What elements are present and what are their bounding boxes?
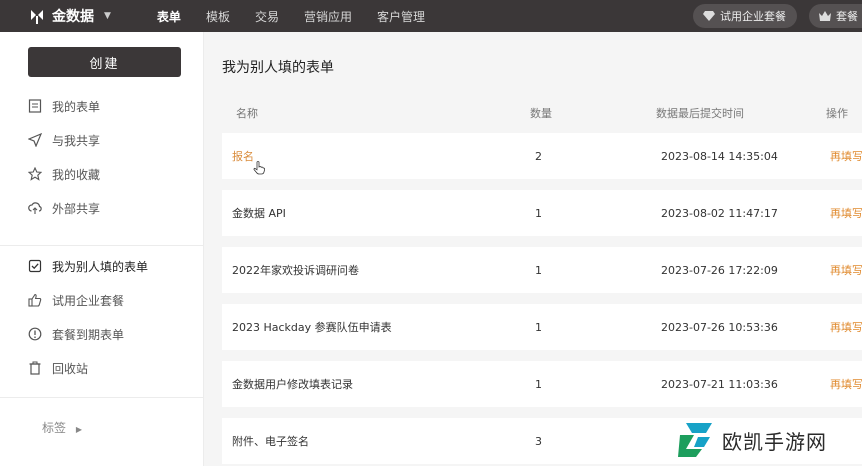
nav-item-transactions[interactable]: 交易: [255, 8, 279, 25]
sidebar-item-favorites[interactable]: 我的收藏: [28, 164, 100, 184]
form-name-link[interactable]: 2023 Hackday 参赛队伍申请表: [232, 304, 392, 350]
sidebar-item-filled-for-others[interactable]: 我为别人填的表单: [28, 256, 148, 276]
last-submit-time: 2023-07-21 11:03:36: [661, 377, 778, 391]
app-name: 金数据: [52, 9, 94, 25]
form-name-link[interactable]: 金数据用户修改填表记录: [232, 361, 353, 407]
alert-icon: [28, 327, 42, 341]
crown-icon: [819, 11, 831, 21]
last-submit-time: 2023-08-14 14:35:04: [661, 149, 778, 163]
sidebar-divider: [0, 397, 204, 398]
sidebar: 创建 我的表单 与我共享 我的收藏 外部共享 我为别人填的表单 试用企业套餐 套…: [0, 32, 204, 466]
sidebar-item-label: 我的表单: [52, 99, 101, 114]
sidebar-item-shared-with-me[interactable]: 与我共享: [28, 130, 100, 150]
hand-cursor-icon: [253, 161, 265, 175]
sidebar-item-label: 我为别人填的表单: [52, 259, 149, 274]
refill-link[interactable]: 再填写: [830, 304, 862, 350]
watermark: 欧凯手游网: [676, 421, 827, 459]
top-navigation-bar: 金数据 ▼ 表单 模板 交易 营销应用 客户管理 试用企业套餐 套餐: [0, 0, 862, 32]
page-title: 我为别人填的表单: [222, 60, 334, 76]
column-header-name: 名称: [236, 107, 258, 120]
nav-item-customers[interactable]: 客户管理: [377, 8, 425, 25]
caret-right-icon: ▶: [75, 425, 82, 434]
sidebar-item-trial-enterprise[interactable]: 试用企业套餐: [28, 290, 124, 310]
table-row[interactable]: 2023 Hackday 参赛队伍申请表 1 2023-07-26 10:53:…: [222, 304, 862, 350]
submission-count: 3: [535, 434, 542, 448]
logo-icon: [31, 10, 43, 24]
submission-count: 2: [535, 149, 542, 163]
star-icon: [28, 167, 42, 181]
submission-count: 1: [535, 377, 542, 391]
sidebar-item-label: 与我共享: [52, 133, 101, 148]
sidebar-item-trash[interactable]: 回收站: [28, 358, 88, 378]
send-icon: [28, 133, 42, 147]
last-submit-time: 2023-08-02 11:47:17: [661, 206, 778, 220]
plan-button[interactable]: 套餐: [809, 4, 862, 28]
trash-icon: [29, 361, 41, 375]
trial-enterprise-button[interactable]: 试用企业套餐: [693, 4, 797, 28]
sidebar-divider: [0, 245, 204, 246]
table-row[interactable]: 金数据用户修改填表记录 1 2023-07-21 11:03:36 再填写: [222, 361, 862, 407]
diamond-icon: [703, 11, 715, 21]
last-submit-time: 2023-07-26 10:53:36: [661, 320, 778, 334]
form-name-link[interactable]: 2022年家欢投诉调研问卷: [232, 247, 359, 293]
column-header-count: 数量: [530, 107, 552, 120]
refill-link[interactable]: 再填写: [830, 190, 862, 236]
sidebar-item-external-share[interactable]: 外部共享: [28, 198, 100, 218]
chevron-down-icon[interactable]: ▼: [104, 11, 111, 21]
trial-enterprise-label: 试用企业套餐: [720, 10, 786, 23]
cloud-share-icon: [28, 202, 42, 214]
nav-item-templates[interactable]: 模板: [206, 8, 230, 25]
sidebar-item-label: 试用企业套餐: [52, 293, 125, 308]
table-row[interactable]: 金数据 API 1 2023-08-02 11:47:17 再填写: [222, 190, 862, 236]
sidebar-item-my-forms[interactable]: 我的表单: [28, 96, 100, 116]
submission-count: 1: [535, 263, 542, 277]
column-header-action: 操作: [826, 107, 848, 120]
watermark-logo-icon: [678, 423, 712, 457]
create-button[interactable]: 创建: [28, 47, 181, 77]
refill-link[interactable]: 再填写: [830, 361, 862, 407]
sidebar-item-label: 外部共享: [52, 201, 101, 216]
watermark-text: 欧凯手游网: [722, 429, 827, 454]
sidebar-item-label: 回收站: [52, 361, 89, 376]
document-icon: [28, 99, 42, 113]
sidebar-item-label: 我的收藏: [52, 167, 101, 182]
main-content: 我为别人填的表单 名称 数量 数据最后提交时间 操作 报名 2 2023-08-…: [205, 32, 862, 466]
form-name-link[interactable]: 报名: [232, 133, 254, 179]
sidebar-item-expired-plan-forms[interactable]: 套餐到期表单: [28, 324, 124, 344]
checkbox-icon: [28, 259, 42, 273]
table-row[interactable]: 报名 2 2023-08-14 14:35:04 再填写: [222, 133, 862, 179]
main-nav: 表单 模板 交易 营销应用 客户管理: [157, 8, 450, 25]
refill-link[interactable]: 再填写: [830, 247, 862, 293]
sidebar-item-label: 套餐到期表单: [52, 327, 125, 342]
tags-label: 标签: [42, 421, 67, 435]
submission-count: 1: [535, 206, 542, 220]
plan-label: 套餐: [836, 10, 858, 23]
tags-toggle[interactable]: 标签 ▶: [42, 419, 82, 436]
nav-item-forms[interactable]: 表单: [157, 8, 181, 25]
column-header-time: 数据最后提交时间: [656, 107, 744, 120]
nav-item-marketing[interactable]: 营销应用: [304, 8, 352, 25]
app-logo[interactable]: 金数据 ▼: [28, 6, 111, 26]
thumbs-up-icon: [28, 293, 42, 307]
refill-link[interactable]: 再填写: [830, 133, 862, 179]
submission-count: 1: [535, 320, 542, 334]
form-name-link[interactable]: 金数据 API: [232, 190, 286, 236]
table-row[interactable]: 2022年家欢投诉调研问卷 1 2023-07-26 17:22:09 再填写: [222, 247, 862, 293]
form-name-link[interactable]: 附件、电子签名: [232, 418, 309, 464]
last-submit-time: 2023-07-26 17:22:09: [661, 263, 778, 277]
